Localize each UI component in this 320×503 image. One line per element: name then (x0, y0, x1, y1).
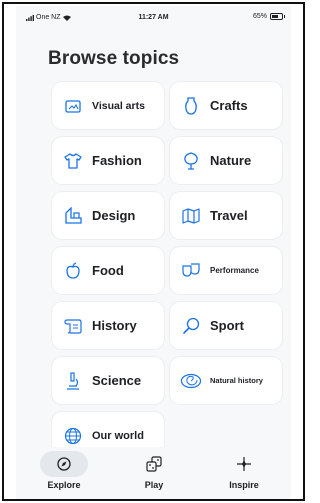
nav-play[interactable]: Play (109, 447, 199, 497)
topic-label: Food (92, 263, 124, 278)
topic-crafts[interactable]: Crafts (170, 82, 282, 129)
nav-label: Explore (47, 480, 81, 490)
compass-icon (40, 451, 88, 477)
topic-label: Sport (210, 318, 244, 333)
topic-label: Fashion (92, 153, 142, 168)
battery-icon (270, 13, 285, 20)
topic-label: Performance (210, 266, 259, 275)
app-screen: One NZ 11:27 AM 65% Browse topics Visual… (16, 6, 291, 499)
topic-label: Travel (210, 208, 248, 223)
apple-icon (62, 260, 84, 282)
topic-science[interactable]: Science (52, 357, 164, 404)
dice-icon (130, 451, 178, 477)
topic-label: Nature (210, 153, 252, 168)
topic-label: Crafts (210, 98, 248, 113)
scroll-icon (62, 315, 84, 337)
fossil-icon (180, 370, 202, 392)
sport-icon (180, 315, 202, 337)
phone-frame: One NZ 11:27 AM 65% Browse topics Visual… (2, 2, 305, 501)
nav-label: Inspire (229, 480, 259, 490)
topic-label: Visual arts (92, 99, 145, 112)
topic-label: Our world (92, 429, 144, 442)
topic-sport[interactable]: Sport (170, 302, 282, 349)
status-time: 11:27 AM (138, 14, 169, 21)
page-title: Browse topics (48, 48, 180, 69)
design-tools-icon (62, 205, 84, 227)
topic-history[interactable]: History (52, 302, 164, 349)
easel-icon (62, 95, 84, 117)
globe-icon (62, 425, 84, 447)
topic-performance[interactable]: Performance (170, 247, 282, 294)
microscope-icon (62, 370, 84, 392)
nav-label: Play (144, 480, 164, 490)
sparkle-icon (220, 451, 268, 477)
topic-fashion[interactable]: Fashion (52, 137, 164, 184)
topic-label: Design (92, 208, 136, 223)
topic-label: Science (92, 373, 142, 388)
status-right: 65% (252, 13, 285, 20)
tree-icon (180, 150, 202, 172)
topic-design[interactable]: Design (52, 192, 164, 239)
bottom-navigation: Explore Play Inspire (16, 447, 291, 499)
map-icon (180, 205, 202, 227)
topic-label: Natural history (210, 376, 263, 385)
topic-nature[interactable]: Nature (170, 137, 282, 184)
theater-masks-icon (180, 260, 202, 282)
shirt-icon (62, 150, 84, 172)
topic-visual-arts[interactable]: Visual arts (52, 82, 164, 129)
nav-explore[interactable]: Explore (19, 447, 109, 497)
nav-inspire[interactable]: Inspire (199, 447, 289, 497)
status-bar: One NZ 11:27 AM 65% (16, 6, 291, 28)
battery-percent: 65% (252, 13, 267, 20)
topic-travel[interactable]: Travel (170, 192, 282, 239)
topic-natural-history[interactable]: Natural history (170, 357, 282, 404)
vase-icon (180, 95, 202, 117)
topic-label: History (92, 318, 137, 333)
topic-food[interactable]: Food (52, 247, 164, 294)
